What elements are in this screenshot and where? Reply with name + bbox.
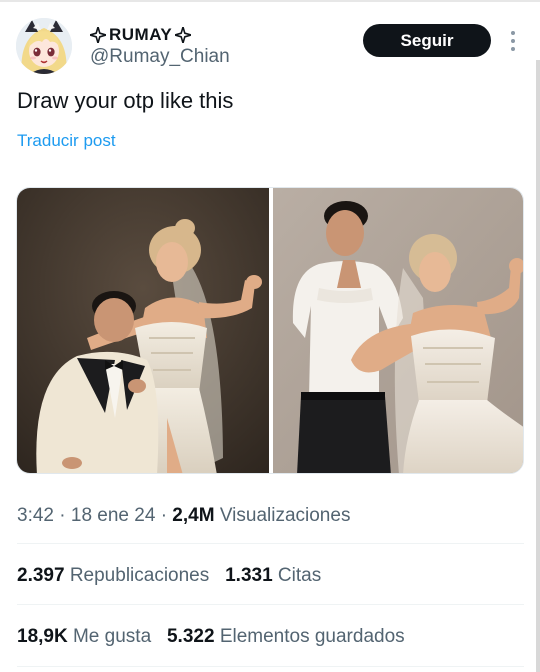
post-date[interactable]: 18 ene 24 — [71, 505, 156, 526]
post-time[interactable]: 3:42 — [17, 505, 54, 526]
translate-post-link[interactable]: Traducir post — [17, 131, 116, 151]
follow-button[interactable]: Seguir — [363, 24, 491, 57]
bookmarks-stat[interactable]: 5.322 Elementos guardados — [167, 626, 405, 647]
display-name-text: RUMAY — [109, 25, 173, 44]
avatar[interactable] — [16, 18, 72, 74]
reposts-label: Republicaciones — [69, 565, 210, 586]
repost-quote-stats: 2.397 Republicaciones 1.331 Citas — [17, 565, 321, 587]
top-edge — [0, 0, 540, 2]
more-options-button[interactable] — [503, 28, 523, 54]
divider — [17, 543, 524, 544]
likes-count: 18,9K — [17, 626, 68, 647]
anime-avatar-icon — [16, 18, 72, 74]
reposts-count: 2.397 — [17, 565, 65, 586]
photo-couple-seated[interactable] — [17, 188, 269, 473]
post-meta: 3:42 · 18 ene 24 · 2,4M Visualizaciones — [17, 505, 350, 527]
scrollbar[interactable] — [536, 60, 540, 672]
sparkle-icon — [90, 27, 106, 43]
post-media — [16, 187, 524, 474]
divider — [17, 666, 524, 667]
likes-label: Me gusta — [72, 626, 152, 647]
quotes-count: 1.331 — [225, 565, 273, 586]
divider — [17, 604, 524, 605]
photo-couple-standing[interactable] — [273, 188, 523, 473]
like-bookmark-stats: 18,9K Me gusta 5.322 Elementos guardados — [17, 626, 405, 648]
photo-couple-standing-image — [273, 188, 523, 473]
separator: · — [59, 505, 66, 526]
sparkle-icon — [175, 27, 192, 43]
quotes-label: Citas — [277, 565, 322, 586]
likes-stat[interactable]: 18,9K Me gusta — [17, 626, 156, 647]
bookmarks-count: 5.322 — [166, 626, 215, 647]
quotes-stat[interactable]: 1.331 Citas — [225, 565, 321, 586]
separator: · — [160, 505, 168, 526]
display-name[interactable]: RUMAY — [90, 24, 192, 46]
reposts-stat[interactable]: 2.397 Republicaciones — [17, 565, 215, 586]
bookmarks-label: Elementos guardados — [219, 626, 405, 647]
photo-couple-seated-image — [17, 188, 269, 473]
user-handle[interactable]: @Rumay_Chian — [90, 46, 230, 68]
more-vertical-icon — [511, 31, 515, 51]
post-text: Draw your otp like this — [17, 88, 234, 113]
views-label[interactable]: Visualizaciones — [220, 505, 351, 526]
views-count[interactable]: 2,4M — [172, 505, 214, 526]
